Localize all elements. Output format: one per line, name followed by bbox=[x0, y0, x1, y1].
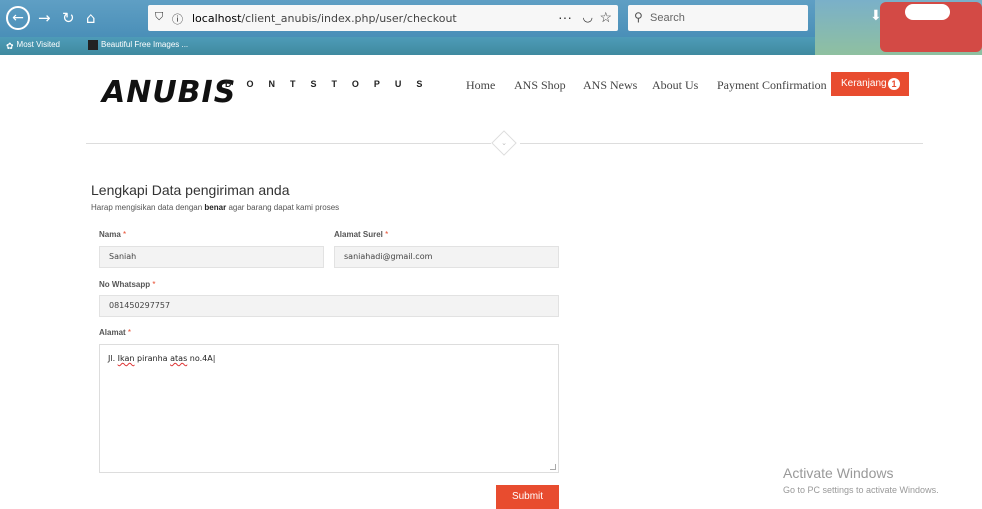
activate-windows-title: Activate Windows bbox=[783, 465, 894, 481]
email-label: Alamat Surel * bbox=[334, 230, 389, 239]
home-icon[interactable]: ⌂ bbox=[86, 9, 96, 27]
activate-windows-hint: Go to PC settings to activate Windows. bbox=[783, 485, 939, 495]
shield-icon: ⛉ bbox=[155, 11, 164, 23]
url-text: localhost/client_anubis/index.php/user/c… bbox=[192, 12, 457, 25]
whatsapp-label: No Whatsapp * bbox=[99, 280, 156, 289]
resize-handle[interactable] bbox=[550, 464, 556, 470]
cart-label: Keranjang bbox=[841, 78, 887, 89]
theme-snoopy bbox=[905, 4, 950, 20]
reload-icon[interactable]: ↻ bbox=[62, 9, 75, 27]
nama-field[interactable]: Saniah bbox=[99, 246, 324, 268]
more-actions-icon[interactable]: ··· bbox=[558, 9, 572, 25]
bookmark-favicon-icon bbox=[88, 39, 98, 50]
pocket-icon[interactable]: ◡ bbox=[583, 10, 593, 24]
cart-button[interactable]: Keranjang 1 bbox=[831, 72, 909, 96]
site-tagline: DONTSTOPUS bbox=[225, 79, 438, 89]
gear-icon: ✿ bbox=[6, 40, 14, 51]
whatsapp-field[interactable]: 081450297757 bbox=[99, 295, 559, 317]
search-placeholder: Search bbox=[650, 12, 685, 24]
nav-ans-news[interactable]: ANS News bbox=[583, 78, 637, 93]
nav-about-us[interactable]: About Us bbox=[652, 78, 698, 93]
form-subtitle: Harap mengisikan data dengan benar agar … bbox=[91, 203, 340, 212]
nav-ans-shop[interactable]: ANS Shop bbox=[514, 78, 566, 93]
cart-count-badge: 1 bbox=[888, 78, 900, 90]
bookmark-most-visited[interactable]: ✿ Most Visited bbox=[6, 39, 60, 51]
back-arrow-icon[interactable]: ← bbox=[6, 6, 30, 30]
forward-arrow-icon[interactable]: → bbox=[38, 9, 51, 27]
download-icon[interactable]: ⬇ bbox=[870, 7, 882, 24]
info-icon[interactable]: ⓘ bbox=[172, 11, 183, 27]
nama-label: Nama * bbox=[99, 230, 127, 239]
email-field[interactable]: saniahadi@gmail.com bbox=[334, 246, 559, 268]
nav-payment-confirmation[interactable]: Payment Confirmation bbox=[717, 78, 827, 93]
form-title: Lengkapi Data pengiriman anda bbox=[91, 182, 290, 198]
bookmark-free-images[interactable]: Beautiful Free Images ... bbox=[88, 39, 188, 51]
alamat-textarea[interactable]: Jl. Ikan piranha atas no.4A| bbox=[99, 344, 559, 473]
chevron-down-icon: ⌄ bbox=[501, 140, 507, 147]
url-bar[interactable]: ⛉ ⓘ localhost/client_anubis/index.php/us… bbox=[148, 5, 618, 31]
site-logo[interactable]: ANUBIS bbox=[102, 75, 236, 110]
submit-button[interactable]: Submit bbox=[496, 485, 559, 509]
bookmark-star-icon[interactable]: ☆ bbox=[599, 9, 612, 26]
nav-home[interactable]: Home bbox=[466, 78, 495, 93]
search-icon: ⚲ bbox=[634, 10, 643, 24]
alamat-label: Alamat * bbox=[99, 328, 132, 337]
search-bar[interactable]: ⚲ Search bbox=[628, 5, 808, 31]
divider bbox=[86, 143, 491, 144]
divider bbox=[520, 143, 923, 144]
